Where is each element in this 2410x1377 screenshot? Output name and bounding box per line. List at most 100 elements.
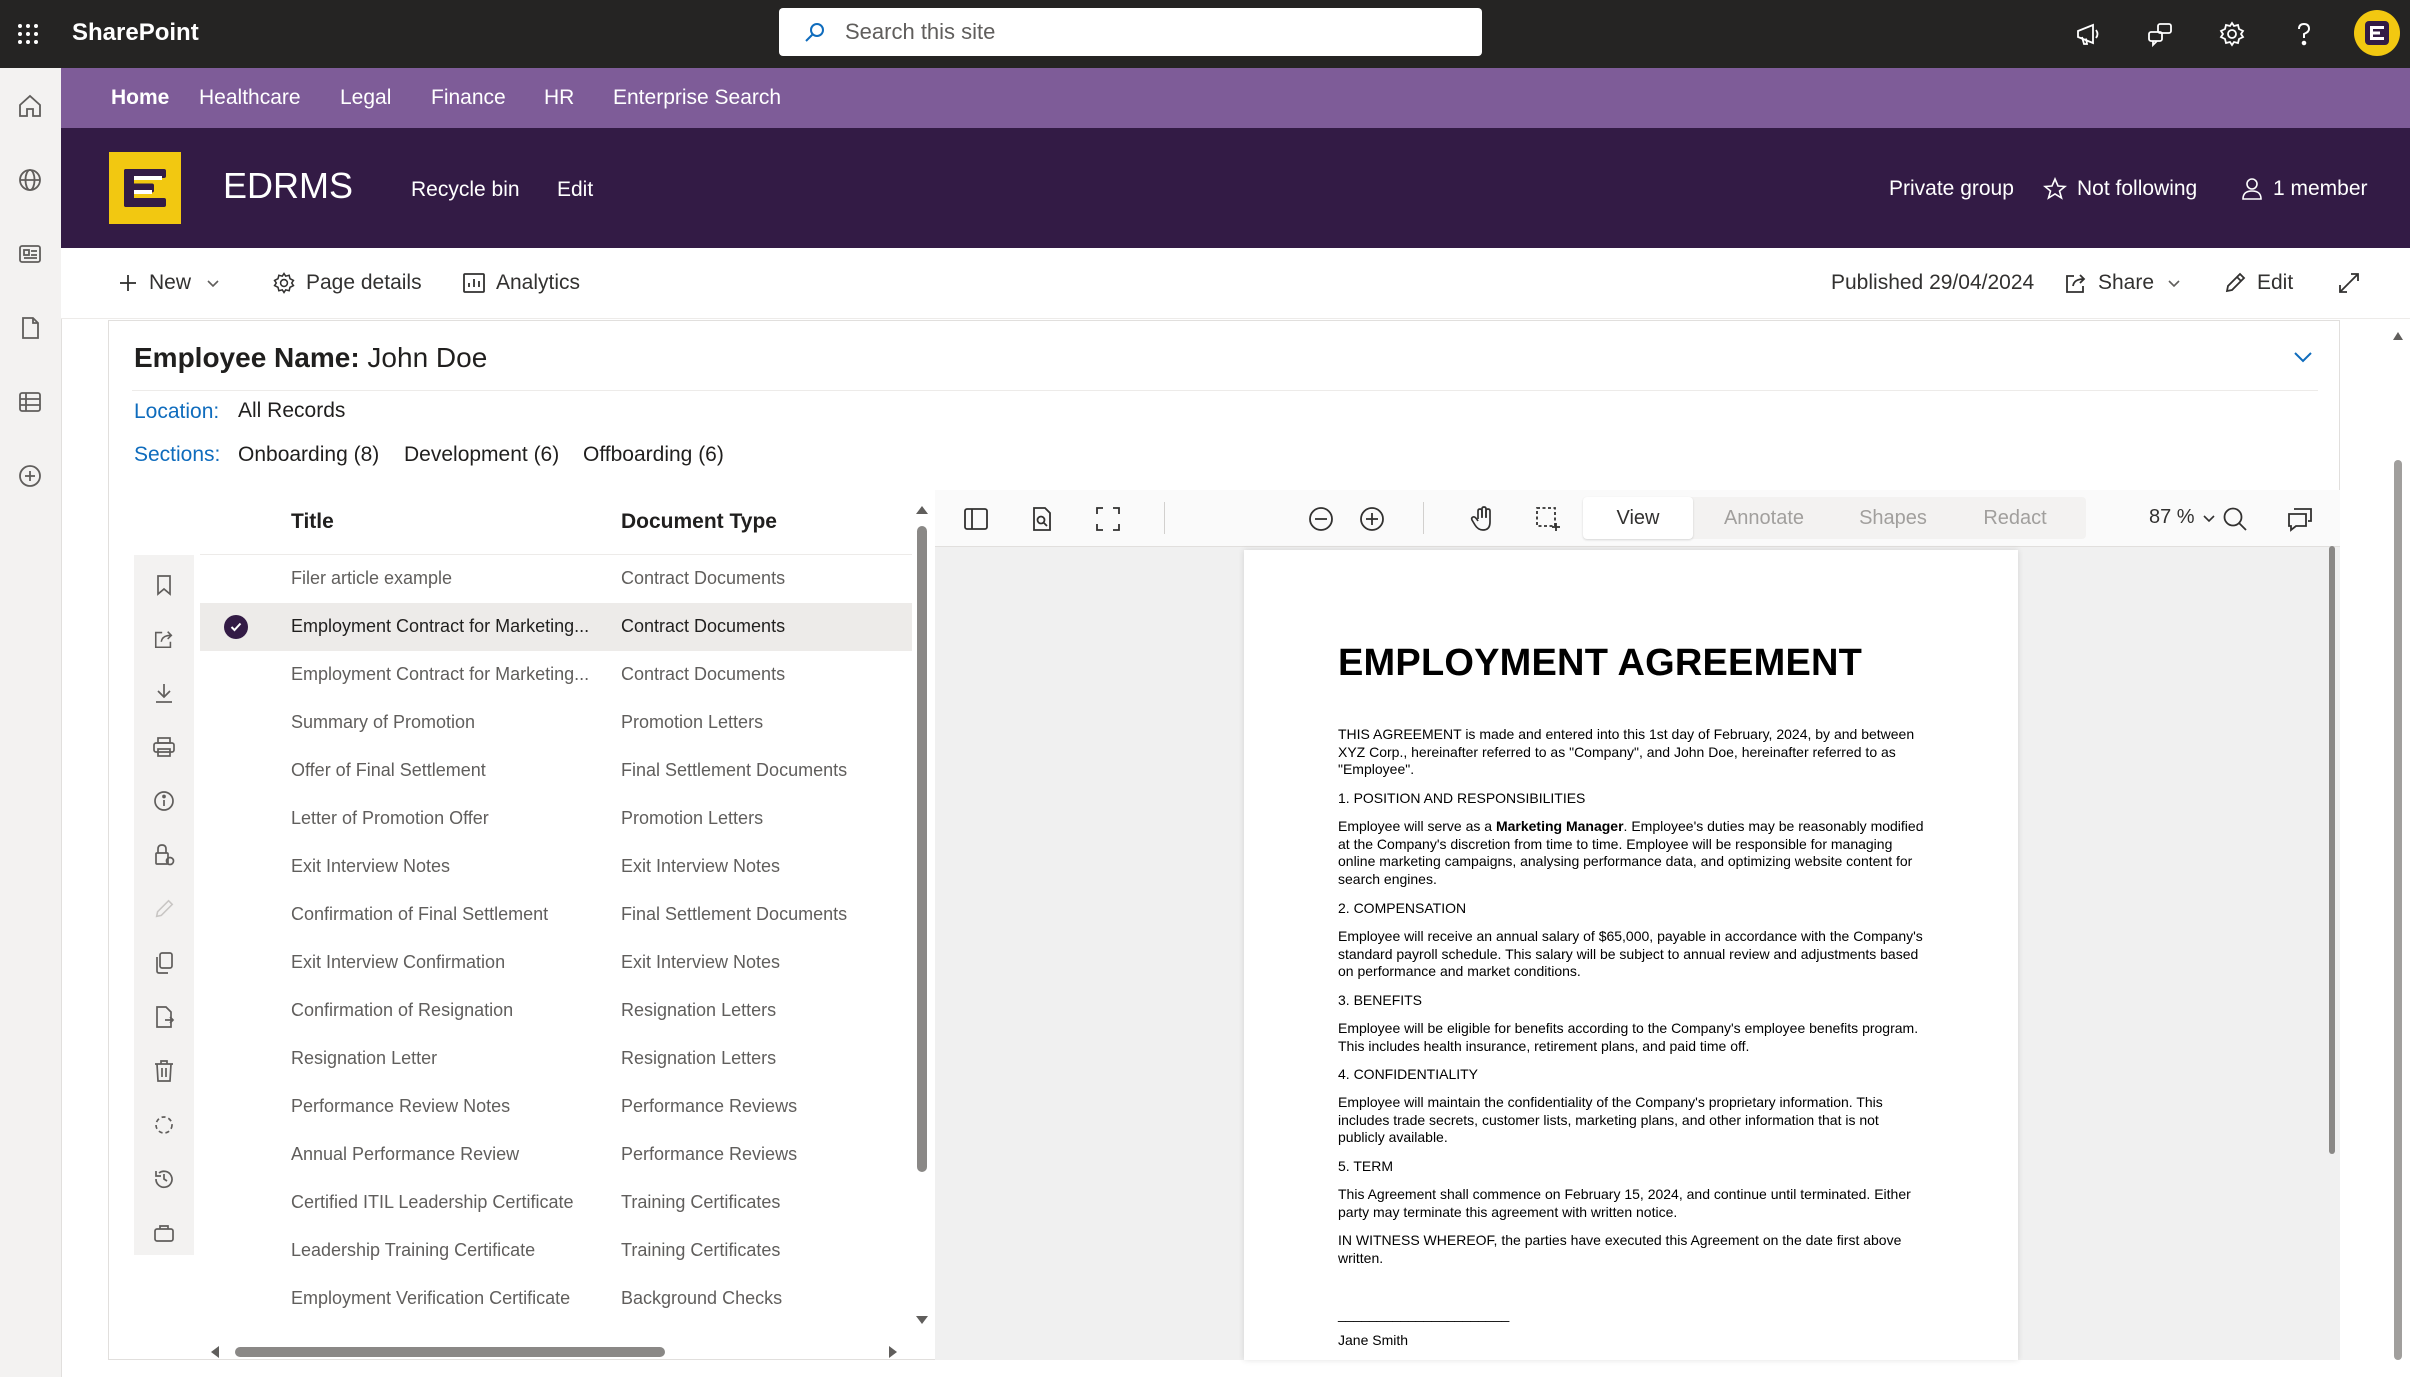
page-vertical-scrollbar[interactable] <box>2390 320 2406 1360</box>
edit-page-button[interactable]: Edit <box>2223 268 2293 298</box>
viewer-vertical-scrollbar[interactable] <box>2326 546 2338 1356</box>
share-icon[interactable] <box>146 621 182 657</box>
site-title[interactable]: EDRMS <box>223 164 353 208</box>
search-input[interactable]: Search this site <box>845 19 995 45</box>
help-icon[interactable] <box>2284 14 2324 54</box>
members-button[interactable]: 1 member <box>2241 174 2368 204</box>
column-header-document-type[interactable]: Document Type <box>621 510 777 534</box>
copy-icon[interactable] <box>146 945 182 981</box>
site-logo[interactable] <box>109 152 181 224</box>
hub-nav-enterprise-search[interactable]: Enterprise Search <box>613 68 781 128</box>
list-item[interactable]: Filer article example Contract Documents <box>200 555 912 603</box>
list-item[interactable]: Summary of Promotion Promotion Letters <box>200 699 912 747</box>
location-value[interactable]: All Records <box>238 399 345 423</box>
list-item[interactable]: Confirmation of Final Settlement Final Se… <box>200 891 912 939</box>
list-item[interactable]: Letter of Promotion Offer Promotion Lette… <box>200 795 912 843</box>
list-item[interactable]: Exit Interview Confirmation Exit Intervie… <box>200 939 912 987</box>
bookmark-icon[interactable] <box>146 567 182 603</box>
doc-paragraph: This Agreement shall commence on Februar… <box>1338 1186 1911 1220</box>
hub-nav-finance[interactable]: Finance <box>431 68 506 128</box>
doc-paragraph: Employee will maintain the confidentiali… <box>1338 1094 1883 1145</box>
avatar[interactable] <box>2354 10 2400 56</box>
analytics-button[interactable]: Analytics <box>462 268 580 298</box>
list-item[interactable]: Annual Performance Review Performance Rev… <box>200 1131 912 1179</box>
home-icon[interactable] <box>8 84 52 128</box>
document-type: Performance Reviews <box>621 1144 798 1164</box>
list-item[interactable]: Leadership Training Certificate Training … <box>200 1227 912 1275</box>
list-item[interactable]: Employment Verification Certificate Backg… <box>200 1275 912 1323</box>
section-offboarding[interactable]: Offboarding (6) <box>583 443 724 467</box>
megaphone-icon[interactable] <box>2068 14 2108 54</box>
hub-nav-home[interactable]: Home <box>111 68 169 128</box>
files-icon[interactable] <box>8 306 52 350</box>
move-icon[interactable] <box>146 999 182 1035</box>
tab-redact[interactable]: Redact <box>1957 497 2073 539</box>
doc-paragraph: THIS AGREEMENT is made and entered into … <box>1338 726 1915 777</box>
download-icon[interactable] <box>146 675 182 711</box>
chevron-down-icon <box>2168 280 2180 288</box>
chat-share-icon[interactable] <box>2140 14 2180 54</box>
document-page: EMPLOYMENT AGREEMENT THIS AGREEMENT is m… <box>1244 550 2018 1360</box>
list-item[interactable]: Employment Contract for Marketing... Cont… <box>200 603 912 651</box>
settings-icon[interactable] <box>2212 14 2252 54</box>
document-search-icon[interactable] <box>1025 502 1059 536</box>
hub-nav-hr[interactable]: HR <box>544 68 574 128</box>
list-item[interactable]: Offer of Final Settlement Final Settlemen… <box>200 747 912 795</box>
recycle-bin-link[interactable]: Recycle bin <box>411 176 520 204</box>
section-development[interactable]: Development (6) <box>404 443 559 467</box>
lists-icon[interactable] <box>8 380 52 424</box>
sync-icon[interactable] <box>146 1107 182 1143</box>
globe-icon[interactable] <box>8 158 52 202</box>
list-item[interactable]: Performance Review Notes Performance Revi… <box>200 1083 912 1131</box>
sidebar-toggle-icon[interactable] <box>959 502 993 536</box>
chevron-down-icon[interactable] <box>2290 344 2316 370</box>
list-item[interactable]: Certified ITIL Leadership Certificate Tra… <box>200 1179 912 1227</box>
tab-view[interactable]: View <box>1583 497 1693 539</box>
rename-icon[interactable] <box>146 891 182 927</box>
fit-page-icon[interactable] <box>1091 502 1125 536</box>
list-vertical-scrollbar[interactable] <box>912 500 932 1330</box>
location-key: Location: <box>134 400 220 423</box>
app-launcher-icon[interactable] <box>8 14 48 54</box>
list-item[interactable]: Confirmation of Resignation Resignation L… <box>200 987 912 1035</box>
pan-hand-icon[interactable] <box>1466 502 1500 536</box>
search-icon[interactable] <box>2218 502 2252 536</box>
area-select-icon[interactable] <box>1531 502 1565 536</box>
column-header-title[interactable]: Title <box>291 510 334 534</box>
share-label: Share <box>2098 271 2155 294</box>
search-box[interactable]: Search this site <box>779 8 1482 56</box>
hub-nav-healthcare[interactable]: Healthcare <box>199 68 301 128</box>
zoom-out-icon[interactable] <box>1304 502 1338 536</box>
list-item[interactable]: Employment Contract for Marketing... Cont… <box>200 651 912 699</box>
expand-icon[interactable] <box>2337 268 2371 298</box>
tab-annotate[interactable]: Annotate <box>1699 497 1829 539</box>
brand-name[interactable]: SharePoint <box>72 18 199 48</box>
star-icon <box>2043 177 2067 200</box>
page-details-button[interactable]: Page details <box>272 268 422 298</box>
delete-icon[interactable] <box>146 1053 182 1089</box>
divider <box>1164 502 1165 534</box>
edit-nav-link[interactable]: Edit <box>557 176 593 204</box>
gear-icon <box>273 272 295 294</box>
comments-icon[interactable] <box>2283 502 2317 536</box>
permissions-icon[interactable] <box>146 837 182 873</box>
print-icon[interactable] <box>146 729 182 765</box>
info-icon[interactable] <box>146 783 182 819</box>
section-onboarding[interactable]: Onboarding (8) <box>238 443 379 467</box>
zoom-select[interactable]: 87 % <box>2149 506 2217 529</box>
employee-name-value: John Doe <box>367 342 488 373</box>
hub-nav-legal[interactable]: Legal <box>340 68 391 128</box>
version-history-icon[interactable] <box>146 1161 182 1197</box>
zoom-in-icon[interactable] <box>1355 502 1389 536</box>
checkmark-icon[interactable] <box>224 615 248 639</box>
news-icon[interactable] <box>8 232 52 276</box>
briefcase-icon[interactable] <box>146 1215 182 1251</box>
follow-button[interactable]: Not following <box>2043 174 2197 204</box>
tab-shapes[interactable]: Shapes <box>1835 497 1951 539</box>
list-horizontal-scrollbar[interactable] <box>205 1340 905 1364</box>
create-icon[interactable] <box>8 454 52 498</box>
list-item[interactable]: Exit Interview Notes Exit Interview Notes <box>200 843 912 891</box>
share-button[interactable]: Share <box>2064 268 2182 298</box>
list-item[interactable]: Resignation Letter Resignation Letters <box>200 1035 912 1083</box>
new-button[interactable]: New <box>117 268 221 298</box>
